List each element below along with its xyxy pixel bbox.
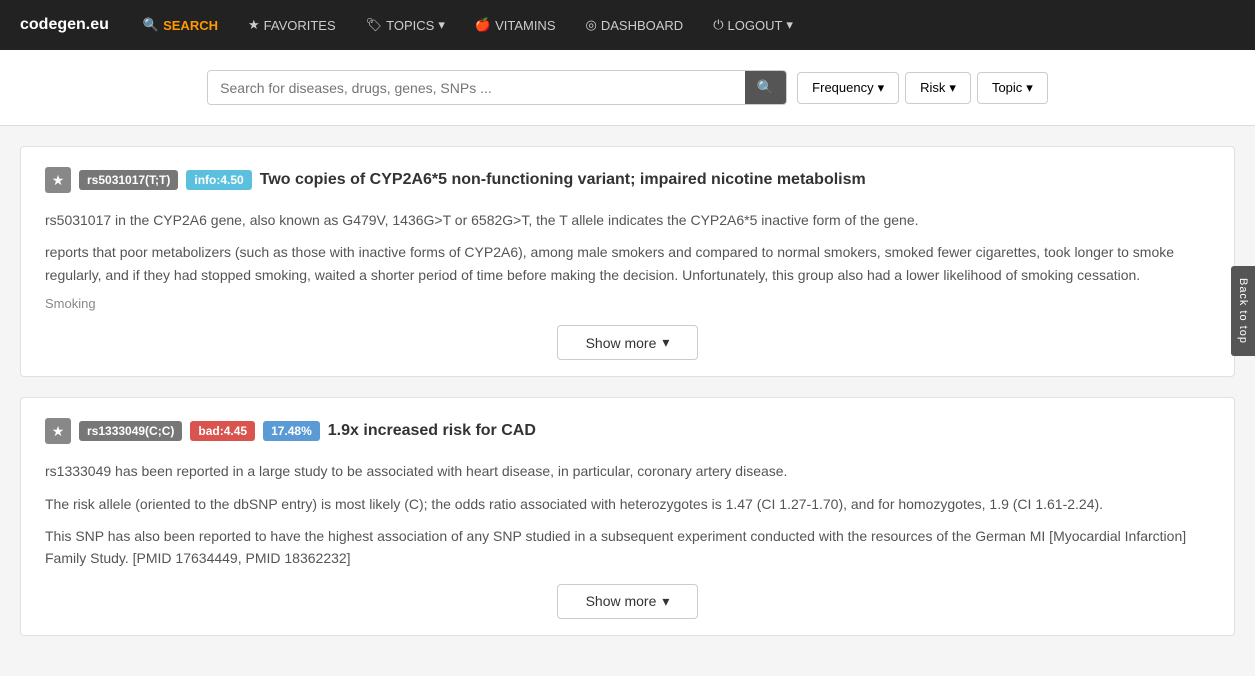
risk-dropdown-icon: ▾ (949, 80, 956, 96)
card-1-body: rs5031017 in the CYP2A6 gene, also known… (45, 209, 1210, 311)
card-1-title: Two copies of CYP2A6*5 non-functioning v… (260, 171, 866, 189)
card-2-footer: Show more ▾ (45, 584, 1210, 619)
logout-dropdown-icon: ▾ (786, 17, 793, 33)
card-2-bad-badge: bad:4.45 (190, 421, 255, 441)
frequency-dropdown-icon: ▾ (878, 80, 885, 96)
card-1-chevron-down-icon: ▾ (662, 334, 669, 351)
back-to-top-button[interactable]: Back to top (1231, 265, 1255, 355)
card-2-header: ★ rs1333049(C;C) bad:4.45 17.48% 1.9x in… (45, 418, 1210, 444)
card-2-title: 1.9x increased risk for CAD (328, 422, 536, 440)
card-2-paragraph-3: This SNP has also been reported to have … (45, 525, 1210, 570)
snp-card-1: ★ rs5031017(T;T) info:4.50 Two copies of… (20, 146, 1235, 377)
nav-vitamins[interactable]: 🍎 VITAMINS (463, 11, 568, 39)
card-2-pct-badge: 17.48% (263, 421, 320, 441)
card-2-favorite-button[interactable]: ★ (45, 418, 71, 444)
filter-group: Frequency ▾ Risk ▾ Topic ▾ (797, 72, 1048, 104)
card-1-show-more-button[interactable]: Show more ▾ (557, 325, 699, 360)
favorites-nav-icon: ★ (248, 17, 260, 33)
tag-nav-icon: 🏷 (366, 17, 383, 33)
vitamins-nav-icon: 🍎 (475, 17, 491, 33)
nav-logout[interactable]: ⏻ LOGOUT ▾ (701, 11, 805, 39)
card-2-paragraph-1: rs1333049 has been reported in a large s… (45, 460, 1210, 482)
nav-search[interactable]: 🔍 SEARCH (131, 11, 230, 39)
card-1-topic: Smoking (45, 296, 1210, 311)
nav-topics[interactable]: 🏷 TOPICS ▾ (354, 11, 457, 39)
card-1-footer: Show more ▾ (45, 325, 1210, 360)
card-2-paragraph-2: The risk allele (oriented to the dbSNP e… (45, 493, 1210, 515)
card-2-snp-badge: rs1333049(C;C) (79, 421, 182, 441)
nav-dashboard[interactable]: ◎ DASHBOARD (574, 11, 696, 39)
search-area: 🔍 Frequency ▾ Risk ▾ Topic ▾ (0, 50, 1255, 126)
card-1-paragraph-2: reports that poor metabolizers (such as … (45, 241, 1210, 286)
search-box: 🔍 (207, 70, 787, 105)
card-1-snp-badge: rs5031017(T;T) (79, 170, 178, 190)
card-1-info-badge: info:4.50 (186, 170, 251, 190)
card-2-show-more-button[interactable]: Show more ▾ (557, 584, 699, 619)
snp-card-2: ★ rs1333049(C;C) bad:4.45 17.48% 1.9x in… (20, 397, 1235, 636)
main-content: ★ rs5031017(T;T) info:4.50 Two copies of… (0, 126, 1255, 676)
navbar: codegen.eu 🔍 SEARCH ★ FAVORITES 🏷 TOPICS… (0, 0, 1255, 50)
risk-filter-button[interactable]: Risk ▾ (905, 72, 971, 104)
search-input[interactable] (208, 71, 745, 104)
search-nav-icon: 🔍 (143, 17, 159, 33)
nav-favorites[interactable]: ★ FAVORITES (236, 11, 348, 39)
search-button[interactable]: 🔍 (745, 71, 786, 104)
card-1-paragraph-1: rs5031017 in the CYP2A6 gene, also known… (45, 209, 1210, 231)
card-2-body: rs1333049 has been reported in a large s… (45, 460, 1210, 570)
frequency-filter-button[interactable]: Frequency ▾ (797, 72, 899, 104)
card-1-favorite-button[interactable]: ★ (45, 167, 71, 193)
topics-dropdown-icon: ▾ (438, 17, 445, 33)
topic-dropdown-icon: ▾ (1026, 80, 1033, 96)
card-1-header: ★ rs5031017(T;T) info:4.50 Two copies of… (45, 167, 1210, 193)
dashboard-nav-icon: ◎ (586, 17, 597, 33)
topic-filter-button[interactable]: Topic ▾ (977, 72, 1048, 104)
site-logo: codegen.eu (20, 16, 109, 34)
logout-nav-icon: ⏻ (713, 17, 723, 33)
card-2-chevron-down-icon: ▾ (662, 593, 669, 610)
